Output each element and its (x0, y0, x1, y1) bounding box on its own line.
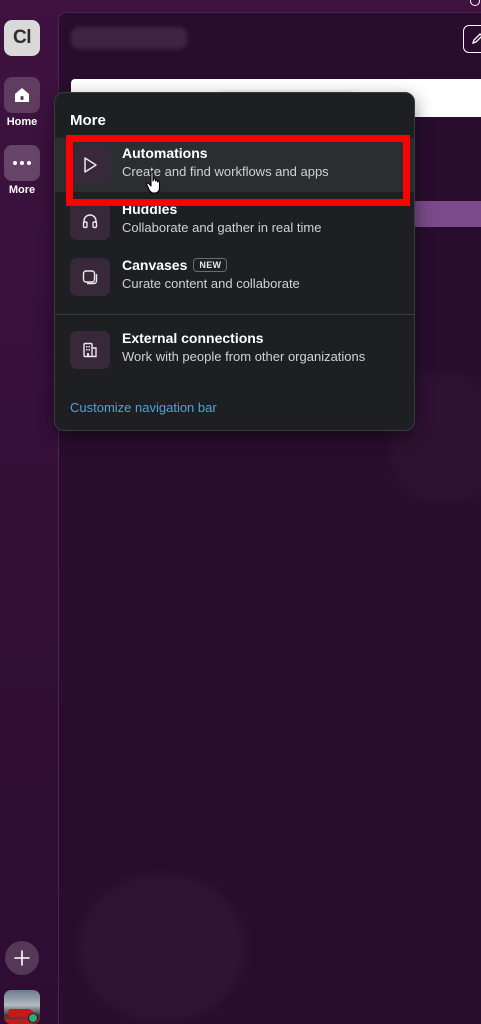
more-dots-icon (13, 161, 31, 165)
hand-cursor-icon (146, 171, 161, 194)
building-icon (70, 331, 110, 369)
background-decoration (77, 873, 247, 1023)
menu-item-description: Work with people from other organization… (122, 349, 366, 364)
popover-title: More (70, 112, 106, 129)
menu-divider (55, 314, 414, 315)
add-workspace-button[interactable] (5, 941, 39, 975)
menu-item-title-text: Canvases (122, 257, 188, 273)
menu-item-canvases[interactable]: Canvases NEW Curate content and collabora… (55, 250, 414, 304)
new-badge: NEW (193, 258, 228, 272)
app-window: Cl Home More More Automations Create and… (0, 0, 481, 1024)
user-avatar[interactable] (4, 990, 40, 1024)
customize-navigation-link[interactable]: Customize navigation bar (70, 400, 217, 415)
canvas-icon (70, 258, 110, 296)
help-icon[interactable] (470, 0, 480, 6)
headphones-icon (70, 202, 110, 240)
nav-rail: Cl Home More (0, 0, 56, 1024)
menu-item-description: Curate content and collaborate (122, 276, 300, 291)
home-button[interactable] (4, 77, 40, 113)
compose-button[interactable] (463, 25, 481, 53)
menu-item-title: Canvases NEW (122, 257, 228, 273)
home-label: Home (6, 116, 38, 128)
menu-item-external-connections[interactable]: External connections Work with people fr… (55, 323, 414, 377)
channel-header-blurred (71, 27, 187, 49)
more-button[interactable] (4, 145, 40, 181)
compose-icon (471, 33, 481, 45)
menu-item-description: Collaborate and gather in real time (122, 220, 322, 235)
plus-icon (14, 950, 30, 966)
presence-indicator (28, 1013, 38, 1023)
workspace-switcher[interactable]: Cl (4, 20, 40, 56)
selected-row-accent (411, 201, 481, 227)
home-icon (15, 88, 29, 102)
more-label: More (8, 184, 36, 196)
menu-item-title: External connections (122, 330, 264, 346)
highlight-box (66, 135, 410, 206)
